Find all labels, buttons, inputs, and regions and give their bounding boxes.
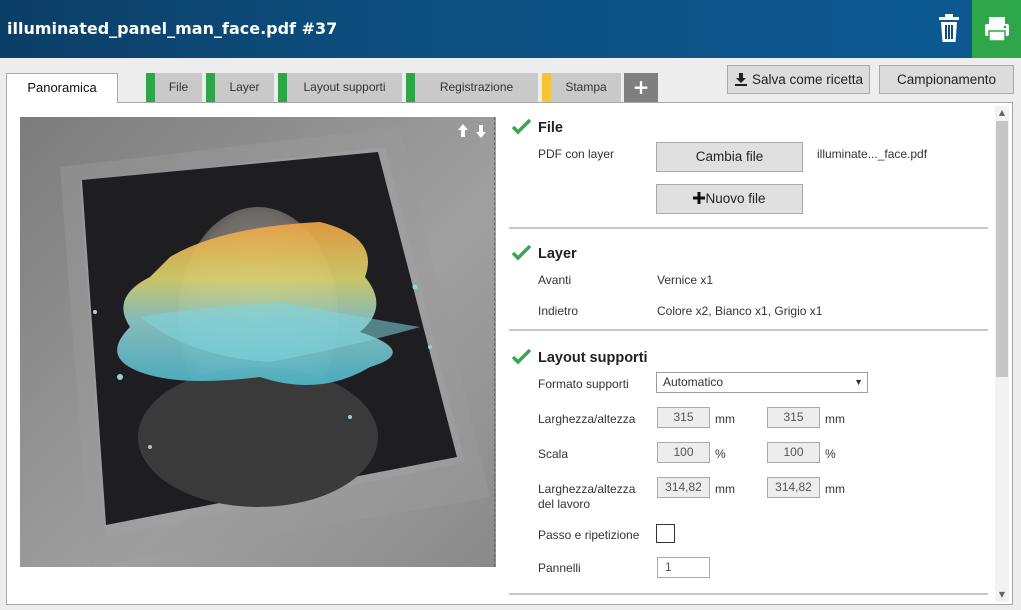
- job-height-unit: mm: [825, 482, 845, 496]
- tab-stampa[interactable]: Stampa: [542, 73, 621, 102]
- tab-label: Panoramica: [27, 80, 97, 95]
- scrollbar-thumb[interactable]: [996, 121, 1008, 377]
- tab-label: Layout supporti: [303, 80, 386, 94]
- step-repeat-checkbox[interactable]: [656, 524, 675, 543]
- trash-icon[interactable]: [932, 12, 966, 44]
- format-value: Automatico: [663, 375, 724, 389]
- artwork-image: [60, 127, 490, 567]
- title-bar: illuminated_panel_man_face.pdf #37: [0, 0, 1021, 58]
- job-size-label-2: del lavoro: [538, 497, 591, 511]
- height-unit: mm: [825, 412, 845, 426]
- plus-icon: +: [632, 75, 650, 99]
- scroll-down-icon[interactable]: ▼: [995, 588, 1009, 602]
- check-icon: [512, 119, 532, 135]
- status-strip: [542, 73, 551, 102]
- width-field[interactable]: 315: [657, 407, 710, 428]
- plus-icon: [693, 192, 706, 204]
- save-recipe-button[interactable]: Salva come ricetta: [727, 65, 870, 94]
- print-preview: [20, 117, 496, 567]
- format-label: Formato supporti: [538, 377, 629, 391]
- download-icon: [734, 73, 747, 86]
- app-window: illuminated_panel_man_face.pdf #37 Panor…: [0, 0, 1021, 610]
- status-strip: [278, 73, 287, 102]
- status-strip: [406, 73, 415, 102]
- front-label: Avanti: [538, 273, 572, 287]
- status-strip: [146, 73, 155, 102]
- section-title-file: File: [538, 120, 563, 136]
- scroll-up-icon[interactable]: ▲: [995, 106, 1009, 120]
- tab-label: Registrazione: [439, 80, 514, 94]
- scale-label: Scala: [538, 447, 569, 461]
- window-title: illuminated_panel_man_face.pdf #37: [7, 19, 338, 38]
- vertical-scrollbar[interactable]: ▲ ▼: [995, 106, 1009, 602]
- tab-label: Stampa: [565, 80, 607, 94]
- tab-label: Layer: [229, 80, 260, 94]
- flip-arrows-icon[interactable]: [457, 123, 491, 139]
- job-width-field[interactable]: 314,82: [657, 477, 710, 498]
- panels-field[interactable]: 1: [657, 557, 710, 578]
- dropdown-arrow-icon: ▼: [854, 377, 863, 387]
- tab-layout-supporti[interactable]: Layout supporti: [278, 73, 402, 102]
- new-file-label: Nuovo file: [705, 191, 766, 206]
- change-file-button[interactable]: Cambia file: [656, 142, 803, 172]
- job-size-label: Larghezza/altezza: [538, 482, 636, 496]
- panels-label: Pannelli: [538, 561, 581, 575]
- width-unit: mm: [715, 412, 735, 426]
- tab-label: File: [168, 80, 189, 94]
- front-value: Vernice x1: [657, 273, 714, 287]
- job-height-field[interactable]: 314,82: [767, 477, 820, 498]
- file-name: illuminate..._face.pdf: [817, 147, 928, 161]
- print-button[interactable]: [972, 0, 1021, 58]
- printer-icon: [985, 17, 1009, 42]
- height-field[interactable]: 315: [767, 407, 820, 428]
- sampling-label: Campionamento: [896, 72, 997, 87]
- format-select[interactable]: Automatico ▼: [656, 372, 868, 393]
- section-title-layer: Layer: [538, 246, 577, 262]
- scale-width-unit: %: [715, 447, 726, 461]
- add-tab-button[interactable]: +: [624, 73, 658, 102]
- section-divider: [509, 227, 988, 229]
- back-label: Indietro: [538, 304, 579, 318]
- sampling-button[interactable]: Campionamento: [879, 65, 1014, 94]
- status-strip: [206, 73, 215, 102]
- scale-height-field[interactable]: 100: [767, 442, 820, 463]
- job-width-unit: mm: [715, 482, 735, 496]
- bleed-edge: [494, 117, 495, 567]
- save-recipe-label: Salva come ricetta: [751, 72, 864, 87]
- back-value: Colore x2, Bianco x1, Grigio x1: [657, 304, 823, 318]
- tab-layer[interactable]: Layer: [206, 73, 274, 102]
- tab-file[interactable]: File: [146, 73, 202, 102]
- pdf-layer-label: PDF con layer: [538, 147, 615, 161]
- check-icon: [512, 349, 532, 365]
- scale-width-field[interactable]: 100: [657, 442, 710, 463]
- section-divider: [509, 593, 988, 595]
- section-title-layout: Layout supporti: [538, 350, 648, 366]
- tab-registrazione[interactable]: Registrazione: [406, 73, 538, 102]
- change-file-label: Cambia file: [695, 149, 764, 164]
- tab-panoramica[interactable]: Panoramica: [6, 73, 118, 103]
- check-icon: [512, 245, 532, 261]
- size-label: Larghezza/altezza: [538, 412, 636, 426]
- scale-height-unit: %: [825, 447, 836, 461]
- section-divider: [509, 329, 988, 331]
- new-file-button[interactable]: Nuovo file: [656, 184, 803, 214]
- step-repeat-label: Passo e ripetizione: [538, 528, 640, 542]
